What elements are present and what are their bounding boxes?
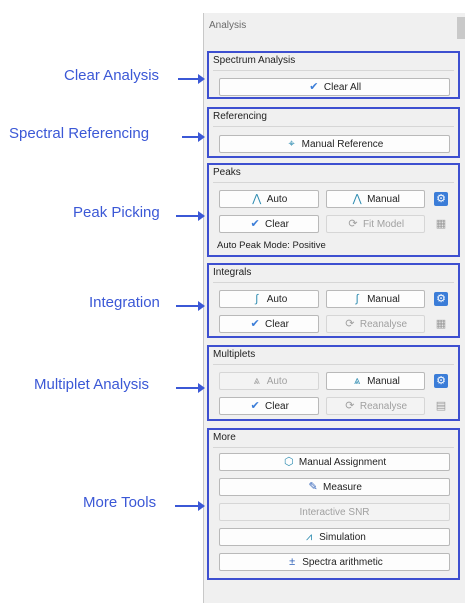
refresh-icon: ⟳ (348, 218, 358, 230)
calendar-icon[interactable]: ▦ (435, 218, 447, 230)
referencing-group: Referencing ⌖ Manual Reference (207, 107, 460, 158)
callout-clear-analysis: Clear Analysis (64, 67, 160, 84)
gear-icon[interactable]: ⚙ (434, 292, 448, 306)
panel-title: Analysis (209, 20, 247, 31)
integral-auto-label: Auto (266, 293, 288, 305)
spectra-arithmetic-button[interactable]: ± Spectra arithmetic (219, 553, 450, 571)
assignment-icon: ⬡ (284, 456, 294, 468)
multiplet-manual-label: Manual (367, 375, 400, 387)
manual-reference-button[interactable]: ⌖ Manual Reference (219, 135, 450, 153)
callout-more-tools: More Tools (83, 494, 157, 511)
peak-auto-button[interactable]: ⋀ Auto (219, 190, 319, 208)
multiplet-clear-button[interactable]: ✔ Clear (219, 397, 319, 415)
group-title: Integrals (213, 267, 252, 278)
callout-spectral-referencing: Spectral Referencing (9, 125, 150, 142)
clear-all-button[interactable]: ✔ Clear All (219, 78, 450, 96)
clear-all-label: Clear All (323, 81, 362, 93)
calendar-icon[interactable]: ▦ (435, 318, 447, 330)
auto-peak-mode-status: Auto Peak Mode: Positive (217, 240, 326, 251)
manual-assignment-label: Manual Assignment (298, 456, 387, 468)
callout-arrow (176, 301, 205, 311)
spectrum-analysis-group: Spectrum Analysis ✔ Clear All (207, 51, 460, 99)
peaks-group: Peaks ⋀ Auto ⋀ Manual ⚙ ✔ Clear ⟳ Fit Mo… (207, 163, 460, 257)
ruler-icon: ✎ (308, 481, 318, 493)
simulation-button[interactable]: ⩘ Simulation (219, 528, 450, 546)
peak-manual-icon: ⋀ (352, 193, 362, 205)
callout-integration: Integration (89, 294, 160, 311)
integral-reanalyse-label: Reanalyse (359, 318, 408, 330)
group-divider (213, 282, 454, 283)
spectra-arithmetic-label: Spectra arithmetic (302, 556, 383, 568)
reference-icon: ⌖ (288, 138, 295, 150)
multiplet-icon: ⩓ (253, 375, 260, 387)
group-divider (213, 182, 454, 183)
peak-manual-label: Manual (367, 193, 400, 205)
manual-assignment-button[interactable]: ⬡ Manual Assignment (219, 453, 450, 471)
more-group: More ⬡ Manual Assignment ✎ Measure Inter… (207, 428, 460, 580)
integral-clear-button[interactable]: ✔ Clear (219, 315, 319, 333)
integral-manual-label: Manual (367, 293, 400, 305)
multiplet-manual-button[interactable]: ⩓ Manual (326, 372, 425, 390)
multiplets-group: Multiplets ⩓ Auto ⩓ Manual ⚙ ✔ Clear ⟳ R… (207, 345, 460, 421)
multiplet-auto-button[interactable]: ⩓ Auto (219, 372, 319, 390)
fit-model-button[interactable]: ⟳ Fit Model (326, 215, 425, 233)
gear-icon[interactable]: ⚙ (434, 374, 448, 388)
fit-model-label: Fit Model (362, 218, 405, 230)
integral-icon: ∫ (255, 293, 259, 305)
integral-manual-icon: ∫ (355, 293, 359, 305)
integral-reanalyse-button[interactable]: ⟳ Reanalyse (326, 315, 425, 333)
brush-icon: ✔ (309, 81, 319, 93)
panel-scroll-handle[interactable] (457, 17, 465, 39)
gear-icon[interactable]: ⚙ (434, 192, 448, 206)
callout-arrow (175, 501, 205, 511)
peak-clear-label: Clear (265, 218, 289, 230)
peak-manual-button[interactable]: ⋀ Manual (326, 190, 425, 208)
integral-manual-button[interactable]: ∫ Manual (326, 290, 425, 308)
callout-arrow (182, 132, 205, 142)
plus-minus-icon: ± (289, 556, 296, 568)
multiplet-auto-label: Auto (266, 375, 288, 387)
callout-multiplet-analysis: Multiplet Analysis (34, 376, 150, 393)
callout-arrow (178, 74, 205, 84)
measure-button[interactable]: ✎ Measure (219, 478, 450, 496)
integrals-group: Integrals ∫ Auto ∫ Manual ⚙ ✔ Clear ⟳ Re… (207, 263, 460, 338)
peak-auto-label: Auto (266, 193, 288, 205)
document-icon[interactable]: ▤ (435, 400, 447, 412)
interactive-snr-button[interactable]: Interactive SNR (219, 503, 450, 521)
simulation-icon: ⩘ (306, 531, 313, 543)
manual-reference-label: Manual Reference (301, 138, 384, 150)
peak-auto-icon: ⋀ (252, 193, 262, 205)
interactive-snr-label: Interactive SNR (299, 506, 370, 518)
multiplet-icon: ⩓ (353, 375, 361, 387)
callout-arrow (176, 383, 205, 393)
refresh-icon: ⟳ (345, 318, 355, 330)
multiplet-clear-label: Clear (265, 400, 289, 412)
peak-clear-button[interactable]: ✔ Clear (219, 215, 319, 233)
group-title: Peaks (213, 167, 241, 178)
integral-clear-label: Clear (265, 318, 289, 330)
refresh-icon: ⟳ (345, 400, 355, 412)
brush-icon: ✔ (250, 318, 260, 330)
callout-peak-picking: Peak Picking (73, 204, 160, 221)
callout-arrow (176, 211, 205, 221)
multiplet-reanalyse-label: Reanalyse (359, 400, 408, 412)
brush-icon: ✔ (250, 218, 260, 230)
group-title: Spectrum Analysis (213, 55, 296, 66)
simulation-label: Simulation (319, 531, 366, 543)
group-title: Referencing (213, 111, 267, 122)
group-divider (213, 70, 454, 71)
multiplet-reanalyse-button[interactable]: ⟳ Reanalyse (326, 397, 425, 415)
group-title: More (213, 432, 236, 443)
integral-auto-button[interactable]: ∫ Auto (219, 290, 319, 308)
group-divider (213, 126, 454, 127)
group-title: Multiplets (213, 349, 256, 360)
group-divider (213, 364, 454, 365)
brush-icon: ✔ (250, 400, 260, 412)
group-divider (213, 447, 454, 448)
measure-label: Measure (323, 481, 362, 493)
